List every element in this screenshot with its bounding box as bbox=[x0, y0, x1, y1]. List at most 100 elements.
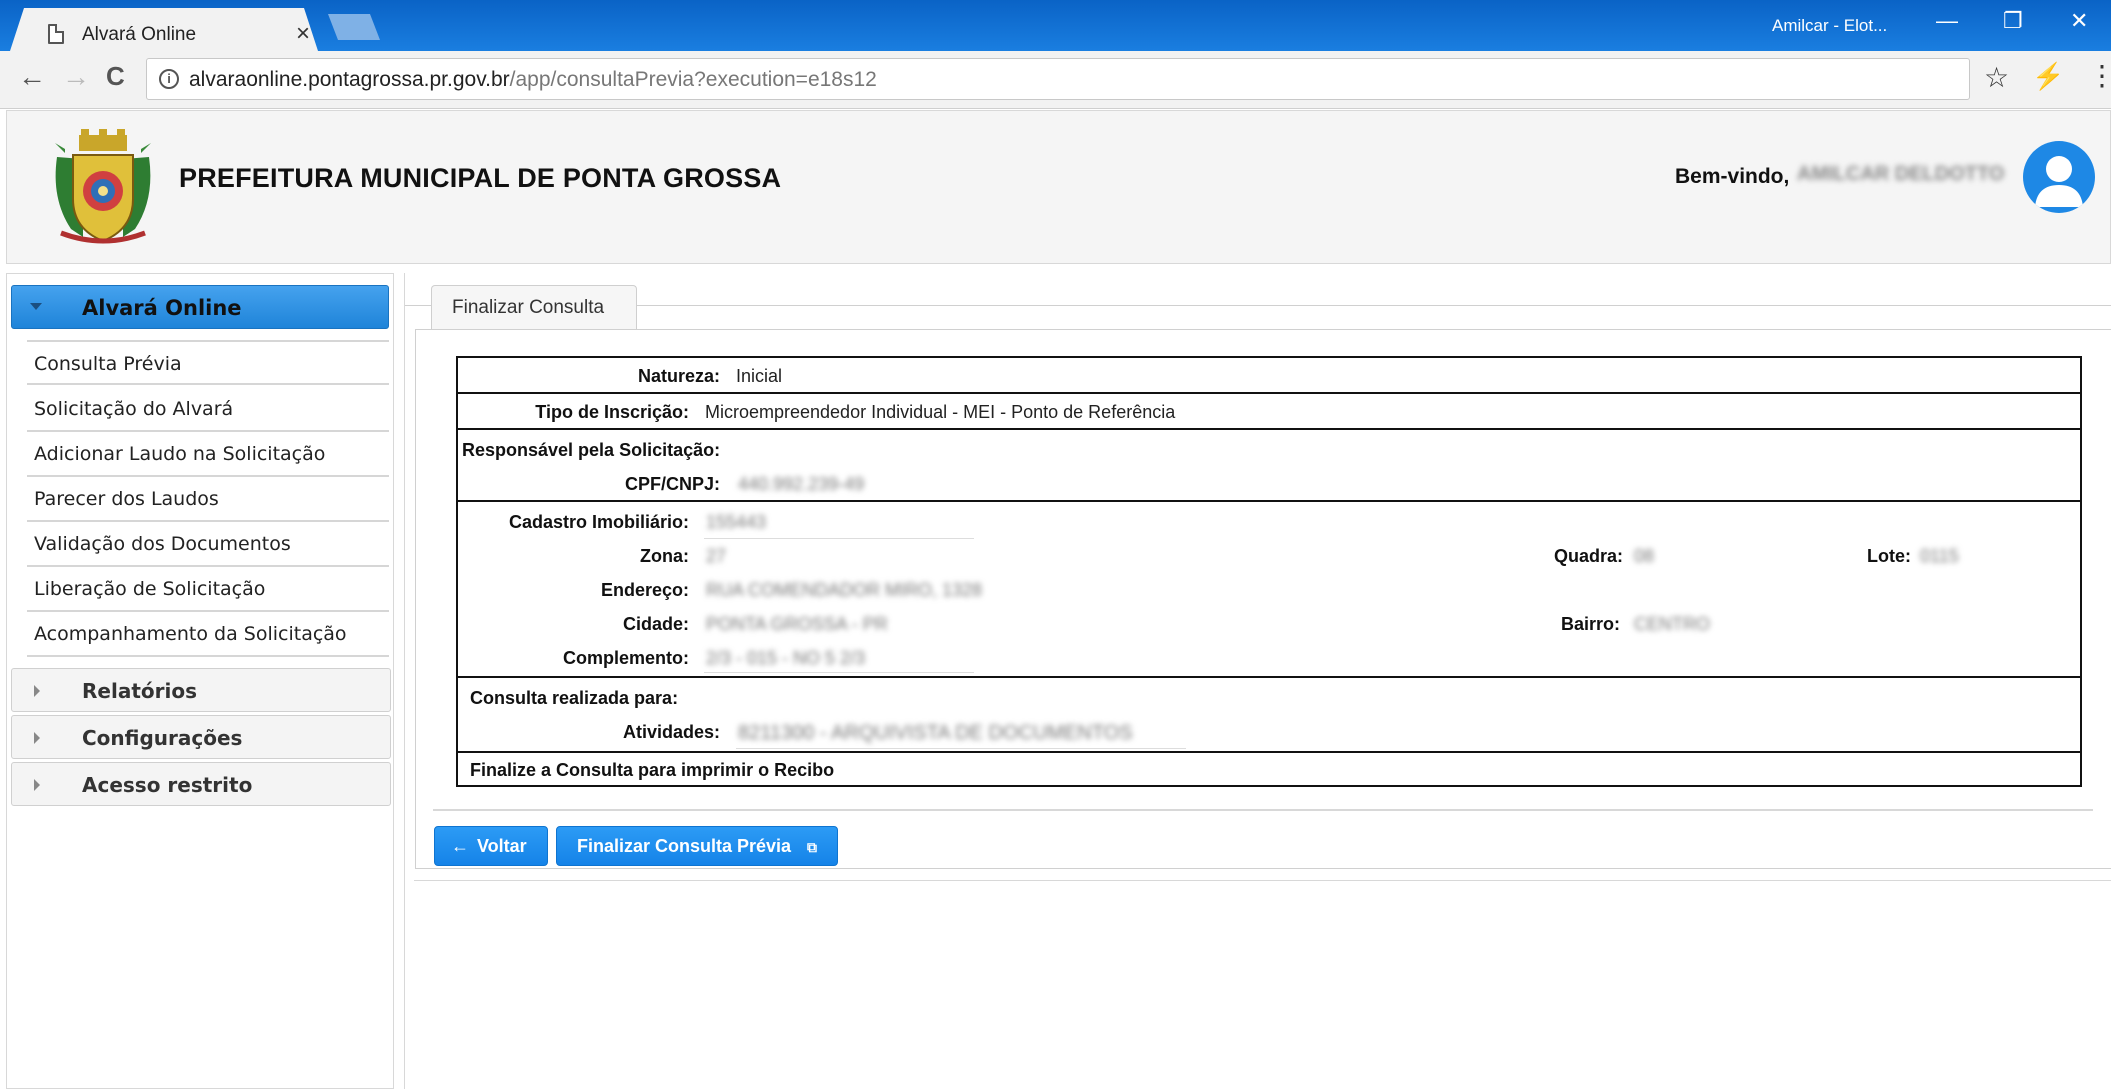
city-crest-icon bbox=[55, 129, 151, 244]
zona-value: 27 bbox=[706, 546, 727, 566]
reload-icon[interactable]: C bbox=[106, 61, 125, 92]
url-text[interactable]: alvaraonline.pontagrossa.pr.gov.br/app/c… bbox=[189, 68, 877, 92]
sidebar-item-label: Adicionar Laudo na Solicitação bbox=[34, 443, 326, 465]
tab-close-icon[interactable]: × bbox=[296, 20, 310, 48]
browser-toolbar: ← → C i alvaraonline.pontagrossa.pr.gov.… bbox=[0, 51, 2111, 109]
tab-finalizar-consulta[interactable]: Finalizar Consulta bbox=[431, 285, 637, 329]
sidebar-group-acesso-restrito[interactable]: Acesso restrito bbox=[11, 762, 391, 806]
browser-menu-icon[interactable]: ⋮ bbox=[2088, 59, 2111, 92]
sidebar-group-relatorios[interactable]: Relatórios bbox=[11, 668, 391, 712]
quadra-label: Quadra: bbox=[1554, 546, 1624, 566]
new-tab-button[interactable] bbox=[328, 14, 380, 40]
complemento-value: 2/3 - 015 - NO 5 2/3 bbox=[706, 648, 866, 668]
section-natureza: Natureza: Inicial bbox=[456, 356, 2082, 394]
cpf-value: 440.992.239-49 bbox=[738, 474, 865, 494]
cidade-value: PONTA GROSSA - PR bbox=[706, 614, 888, 634]
lote-value: 0115 bbox=[1920, 546, 1959, 566]
sidebar-group-label: Relatórios bbox=[82, 679, 197, 703]
section-tipo-inscricao: Tipo de Inscrição: Microempreendedor Ind… bbox=[456, 392, 2082, 430]
tab-strip-divider bbox=[405, 305, 2111, 306]
cadastro-value: 155443 bbox=[706, 512, 767, 532]
quadra-value: 08 bbox=[1634, 546, 1655, 566]
url-path: /app/consultaPrevia?execution=e18s12 bbox=[509, 68, 877, 91]
forward-icon[interactable]: → bbox=[62, 61, 90, 93]
atividades-value: 8211300 - ARQUIVISTA DE DOCUMENTOS bbox=[738, 722, 1133, 744]
sidebar-group-label: Configurações bbox=[82, 726, 243, 750]
tipo-inscricao-label: Tipo de Inscrição: bbox=[535, 402, 689, 422]
sidebar-item-consulta-previa[interactable]: Consulta Prévia bbox=[27, 340, 389, 385]
lote-label: Lote: bbox=[1867, 546, 1911, 566]
sidebar-item-parecer-laudos[interactable]: Parecer dos Laudos bbox=[27, 477, 389, 522]
responsavel-label: Responsável pela Solicitação: bbox=[462, 440, 721, 460]
page-title: PREFEITURA MUNICIPAL DE PONTA GROSSA bbox=[179, 163, 782, 193]
form-divider bbox=[433, 809, 2093, 811]
voltar-button[interactable]: ← Voltar bbox=[434, 826, 548, 866]
page-icon bbox=[48, 24, 64, 44]
complemento-label: Complemento: bbox=[563, 648, 689, 668]
username: AMILCAR DELDOTTO bbox=[1797, 163, 2005, 185]
restore-icon[interactable]: ❐ bbox=[2003, 8, 2023, 34]
caret-down-icon bbox=[30, 303, 42, 310]
url-host: alvaraonline.pontagrossa.pr.gov.br bbox=[189, 68, 510, 91]
sidebar-item-validacao-documentos[interactable]: Validação dos Documentos bbox=[27, 522, 389, 567]
extension-icon[interactable]: ⚡ bbox=[2032, 61, 2064, 92]
section-responsavel: Responsável pela Solicitação: CPF/CNPJ: … bbox=[456, 428, 2082, 502]
bookmark-star-icon[interactable]: ☆ bbox=[1984, 61, 2009, 94]
sidebar-item-label: Solicitação do Alvará bbox=[34, 398, 234, 420]
sidebar-group-configuracoes[interactable]: Configurações bbox=[11, 715, 391, 759]
cadastro-label: Cadastro Imobiliário: bbox=[508, 512, 689, 532]
browser-tab[interactable]: Alvará Online × bbox=[10, 8, 318, 51]
sidebar-item-acompanhamento[interactable]: Acompanhamento da Solicitação bbox=[27, 612, 389, 657]
sidebar-item-label: Validação dos Documentos bbox=[34, 533, 291, 555]
caret-right-icon bbox=[34, 779, 40, 791]
back-icon[interactable]: ← bbox=[18, 61, 46, 93]
sidebar-item-adicionar-laudo[interactable]: Adicionar Laudo na Solicitação bbox=[27, 432, 389, 477]
cpf-label: CPF/CNPJ: bbox=[624, 474, 720, 494]
sidebar-group-label: Acesso restrito bbox=[82, 773, 253, 797]
section-consulta: Consulta realizada para: Atividades: 821… bbox=[456, 676, 2082, 753]
sidebar-item-solicitacao-alvara[interactable]: Solicitação do Alvará bbox=[27, 387, 389, 432]
sidebar-section-alvara-online[interactable]: Alvará Online bbox=[11, 285, 389, 329]
section-finalize-note: Finalize a Consulta para imprimir o Reci… bbox=[456, 751, 2082, 787]
minimize-icon[interactable]: — bbox=[1936, 8, 1958, 34]
complemento-underline bbox=[704, 672, 974, 673]
atividades-underline bbox=[736, 748, 1186, 749]
natureza-value: Inicial bbox=[736, 366, 783, 386]
info-icon[interactable]: i bbox=[159, 69, 179, 89]
external-link-icon: ⧉ bbox=[807, 839, 817, 855]
voltar-label: Voltar bbox=[477, 836, 527, 856]
sidebar-item-label: Consulta Prévia bbox=[34, 353, 182, 375]
cidade-label: Cidade: bbox=[622, 614, 689, 634]
address-bar[interactable]: i alvaraonline.pontagrossa.pr.gov.br/app… bbox=[146, 58, 1970, 100]
sidebar-item-label: Acompanhamento da Solicitação bbox=[34, 623, 347, 645]
page-header: PREFEITURA MUNICIPAL DE PONTA GROSSA Bem… bbox=[6, 110, 2111, 264]
browser-titlebar: Alvará Online × Amilcar - Elot... — ❐ ✕ bbox=[0, 0, 2111, 51]
welcome-label: Bem-vindo, bbox=[1675, 165, 1790, 188]
sidebar-item-label: Parecer dos Laudos bbox=[34, 488, 219, 510]
zona-label: Zona: bbox=[640, 546, 689, 566]
arrow-left-icon: ← bbox=[451, 836, 469, 856]
sidebar-section-label: Alvará Online bbox=[82, 296, 242, 320]
tab-label: Finalizar Consulta bbox=[452, 297, 605, 318]
finalizar-label: Finalizar Consulta Prévia bbox=[577, 836, 792, 856]
finalizar-consulta-button[interactable]: Finalizar Consulta Prévia ⧉ bbox=[556, 826, 838, 866]
bairro-label: Bairro: bbox=[1561, 614, 1621, 634]
sidebar: Alvará Online Consulta Prévia Solicitaçã… bbox=[6, 273, 394, 1089]
content-bottom-border bbox=[414, 880, 2111, 881]
sidebar-item-label: Liberação de Solicitação bbox=[34, 578, 266, 600]
finalize-note: Finalize a Consulta para imprimir o Reci… bbox=[470, 760, 835, 780]
tab-title: Alvará Online bbox=[82, 24, 197, 45]
profile-name[interactable]: Amilcar - Elot... bbox=[1772, 16, 1887, 36]
sidebar-item-liberacao-solicitacao[interactable]: Liberação de Solicitação bbox=[27, 567, 389, 612]
endereco-label: Endereço: bbox=[600, 580, 689, 600]
caret-right-icon bbox=[34, 685, 40, 697]
bairro-value: CENTRO bbox=[1634, 614, 1710, 634]
section-cadastro: Cadastro Imobiliário: 155443 Zona: 27 Qu… bbox=[456, 500, 2082, 678]
endereco-value: RUA COMENDADOR MIRO, 1328 bbox=[706, 580, 983, 600]
user-avatar-icon[interactable] bbox=[2023, 141, 2095, 213]
consulta-label: Consulta realizada para: bbox=[470, 688, 679, 708]
caret-right-icon bbox=[34, 732, 40, 744]
atividades-label: Atividades: bbox=[622, 722, 720, 742]
tipo-inscricao-value: Microempreendedor Individual - MEI - Pon… bbox=[705, 402, 1176, 422]
window-close-icon[interactable]: ✕ bbox=[2070, 8, 2088, 34]
